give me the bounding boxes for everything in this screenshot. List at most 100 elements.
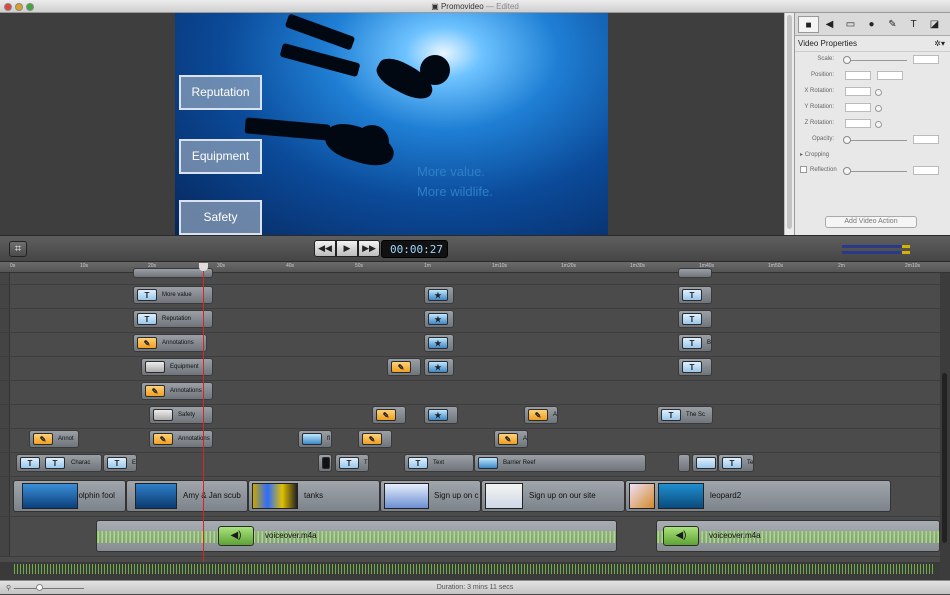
close-icon[interactable] — [4, 3, 12, 11]
clip-label: Sign up on our site — [529, 491, 596, 500]
callout-icon[interactable]: ◪ — [924, 16, 945, 33]
screen-icon[interactable]: ▭ — [840, 16, 861, 33]
cropping-disclosure[interactable]: ▸ Cropping — [795, 148, 950, 163]
rewind-button[interactable]: ◀◀ — [314, 240, 336, 257]
add-video-action-button[interactable]: Add Video Action — [825, 216, 917, 228]
overlay-reputation[interactable]: Reputation — [179, 75, 262, 110]
inspector-title: Video Properties — [798, 39, 857, 48]
play-button[interactable]: ▶ — [336, 240, 358, 257]
clip-a2[interactable]: ✎ A — [494, 430, 528, 448]
video-canvas[interactable]: Reputation Equipment Safety More value. … — [175, 13, 608, 235]
xrotation-dial[interactable] — [875, 89, 882, 96]
clip-t[interactable]: TT — [335, 454, 369, 472]
fast-forward-button[interactable]: ▶▶ — [358, 240, 380, 257]
reflection-slider[interactable] — [845, 171, 907, 172]
playhead-handle[interactable] — [199, 263, 208, 271]
clip-callout[interactable]: ★ — [424, 310, 454, 328]
opacity-slider[interactable] — [845, 140, 907, 141]
yrotation-field[interactable] — [845, 103, 871, 112]
zrotation-dial[interactable] — [875, 121, 882, 128]
shape-icon — [145, 361, 165, 373]
timeline-overview-strip[interactable] — [0, 562, 940, 580]
clip-callout[interactable]: ★ — [424, 334, 454, 352]
preview-margin-left — [0, 13, 175, 235]
video-clip-dolphin[interactable]: dolphin fool — [13, 480, 126, 512]
video-clip-signup[interactable]: Sign up on c — [380, 480, 481, 512]
timeline-scrollbar[interactable] — [940, 273, 950, 580]
clip-text-2[interactable]: T Text — [404, 454, 474, 472]
clip-annotations[interactable]: ✎ Annotations — [133, 334, 207, 352]
overlay-text-line1[interactable]: More value. — [417, 164, 485, 179]
minimize-icon[interactable] — [15, 3, 23, 11]
scale-field[interactable] — [913, 55, 939, 64]
clip-callout[interactable]: ★ — [424, 358, 454, 376]
opacity-field[interactable] — [913, 135, 939, 144]
text-icon: T — [45, 457, 65, 469]
position-y-field[interactable] — [877, 71, 903, 80]
clip-fl[interactable]: fl — [298, 430, 332, 448]
opacity-row: Opacity: — [795, 132, 950, 148]
cursor-icon[interactable]: ● — [861, 16, 882, 33]
diver-fin — [284, 13, 356, 51]
scrollbar-thumb[interactable] — [787, 15, 792, 229]
yrotation-dial[interactable] — [875, 105, 882, 112]
overlay-safety[interactable]: Safety — [179, 200, 262, 235]
clip-the-sc[interactable]: T The Sc — [657, 406, 713, 424]
clip-annotation[interactable]: ✎ — [387, 358, 421, 376]
yrotation-row: Y Rotation: — [795, 100, 950, 116]
crop-icon[interactable]: ⌗ — [9, 241, 27, 257]
audio-clip-voiceover-2[interactable]: ◀) voiceover.m4a — [656, 520, 940, 552]
clip-annotation[interactable]: ✎ — [358, 430, 392, 448]
zoom-icon[interactable] — [26, 3, 34, 11]
clip-text[interactable]: T — [678, 310, 712, 328]
clip-callout[interactable]: ★ — [424, 406, 458, 424]
xrotation-field[interactable] — [845, 87, 871, 96]
zrotation-field[interactable] — [845, 119, 871, 128]
clip-thumbnail — [135, 483, 177, 509]
clip-a1[interactable]: ✎ A — [524, 406, 558, 424]
scrollbar-thumb[interactable] — [942, 373, 947, 543]
clip-device[interactable] — [318, 454, 332, 472]
clip-annot[interactable]: ✎ Annot — [29, 430, 79, 448]
video-clip-amy[interactable]: Amy & Jan scub — [126, 480, 248, 512]
clip-text[interactable]: T — [678, 358, 712, 376]
audio-clip-voiceover-1[interactable]: ◀) voiceover.m4a — [96, 520, 617, 552]
scale-slider-knob[interactable] — [843, 56, 851, 64]
clip-reputation[interactable]: T Reputation — [133, 310, 213, 328]
preview-scrollbar[interactable] — [784, 13, 794, 235]
video-clip-signup-site[interactable]: Sign up on our site — [481, 480, 625, 512]
clip-annotation[interactable]: ✎ — [372, 406, 406, 424]
properties-inspector: ■ ◀ ▭ ● ✎ T ◪ Video Properties ✲▾ Scale:… — [794, 13, 950, 235]
video-icon[interactable]: ■ — [798, 15, 819, 33]
reflection-slider-knob[interactable] — [843, 167, 851, 175]
annotation-icon[interactable]: ✎ — [882, 16, 903, 33]
audio-icon[interactable]: ◀ — [819, 16, 840, 33]
timeline-clip[interactable] — [678, 268, 712, 278]
clip-more-value[interactable]: T More value — [133, 286, 213, 304]
timeline-zoom-slider[interactable]: ⚲ — [6, 584, 96, 592]
gear-icon[interactable]: ✲▾ — [934, 36, 945, 52]
clip-charac[interactable]: T T Charac — [16, 454, 102, 472]
clip-text[interactable] — [678, 454, 690, 472]
zoom-slider-knob[interactable] — [36, 584, 43, 591]
reflection-checkbox[interactable] — [800, 166, 807, 173]
timeline[interactable]: 0s 10s 20s 30s 40s 50s 1m 1m10s 1m20s 1m… — [0, 262, 950, 580]
text-icon[interactable]: T — [903, 16, 924, 33]
clip-callout[interactable] — [692, 454, 718, 472]
clip-barrier-reef[interactable]: Barrier Reef — [474, 454, 646, 472]
overlay-equipment[interactable]: Equipment — [179, 139, 262, 174]
position-x-field[interactable] — [845, 71, 871, 80]
clip-b[interactable]: TB — [678, 334, 712, 352]
clip-label: fl — [327, 436, 330, 442]
clip-te[interactable]: T Te — [718, 454, 754, 472]
playhead[interactable] — [203, 262, 204, 580]
reflection-field[interactable] — [913, 166, 939, 175]
clip-callout[interactable]: ★ — [424, 286, 454, 304]
video-clip-tanks[interactable]: tanks — [248, 480, 380, 512]
scale-slider[interactable] — [845, 60, 907, 61]
clip-text[interactable]: T — [678, 286, 712, 304]
overlay-text-line2[interactable]: More wildlife. — [417, 184, 493, 199]
video-clip-leopard[interactable]: leopard2 — [625, 480, 891, 512]
clip-e[interactable]: TE — [103, 454, 137, 472]
opacity-slider-knob[interactable] — [843, 136, 851, 144]
